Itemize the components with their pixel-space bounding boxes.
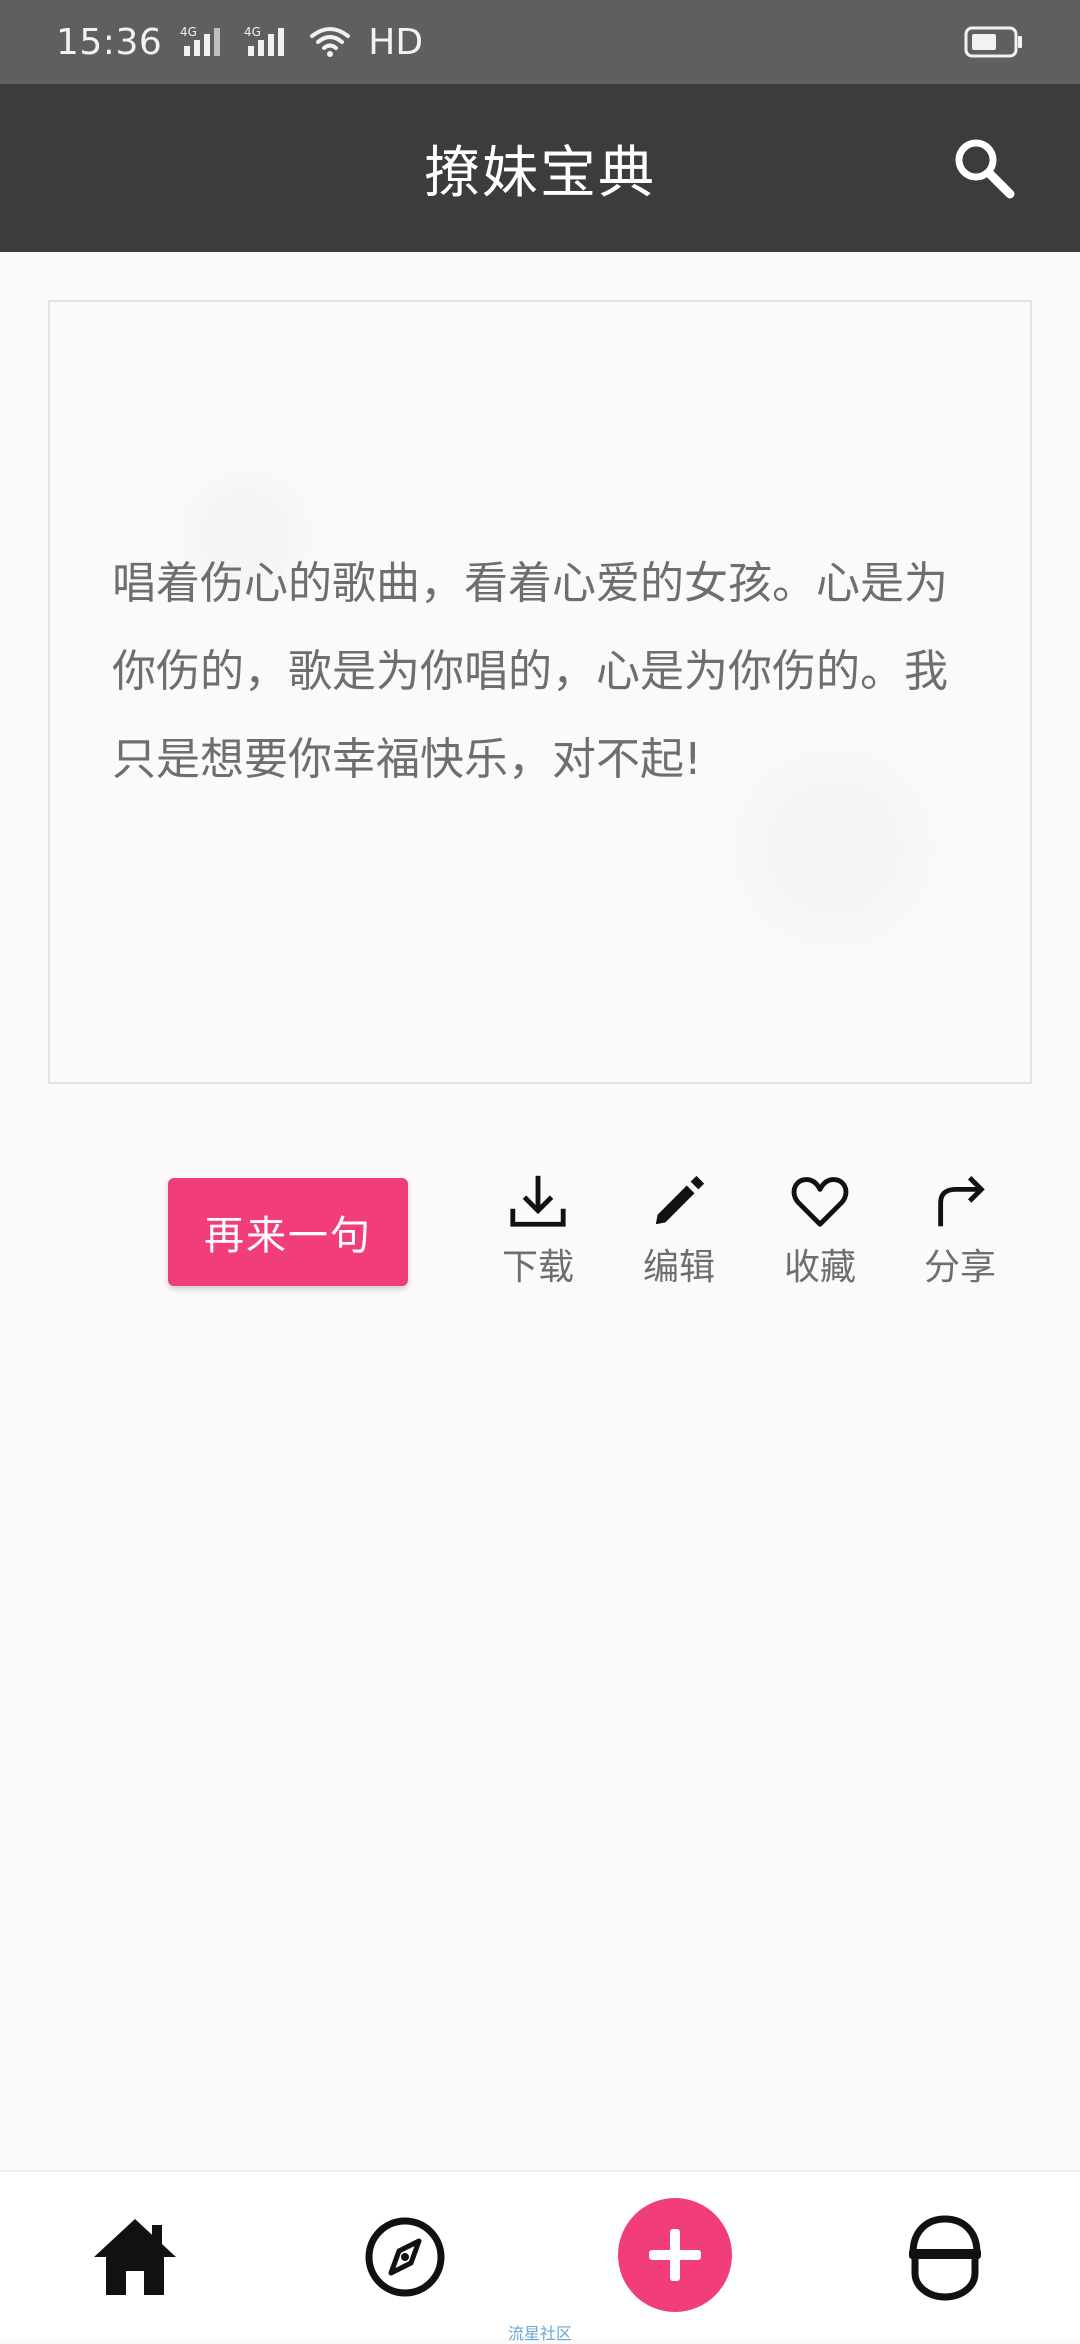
pencil-icon	[655, 1175, 705, 1225]
nav-discover[interactable]	[360, 2212, 450, 2302]
community-caption: 流星社区	[507, 2324, 572, 2343]
share-arrow-icon	[938, 1176, 985, 1227]
quote-text: 唱着伤心的歌曲，看着心爱的女孩。心是为你伤的，歌是为你唱的，心是为你伤的。我只是…	[112, 558, 948, 785]
signal-4g-icon: 4G	[180, 24, 232, 60]
wifi-icon	[308, 24, 352, 60]
download-label: 下载	[501, 1247, 574, 1288]
app-bar: 撩妹宝典	[0, 84, 1080, 252]
another-sentence-button[interactable]: 再来一句	[168, 1178, 408, 1286]
search-button[interactable]	[948, 132, 1020, 204]
signal-1-network-label: 4G	[180, 25, 197, 39]
home-icon	[94, 2219, 176, 2295]
status-time: 15:36	[56, 21, 163, 63]
nav-home[interactable]	[90, 2212, 180, 2302]
page-title: 撩妹宝典	[424, 140, 656, 206]
battery-icon	[964, 24, 1024, 60]
edit-label: 编辑	[642, 1247, 715, 1288]
status-left: 15:36 4G 4G HD	[56, 22, 423, 63]
bottom-navigation: 流星社区	[0, 2170, 1080, 2343]
status-bar: 15:36 4G 4G HD	[0, 0, 1080, 84]
add-post-button[interactable]	[618, 2198, 732, 2312]
share-label: 分享	[923, 1247, 996, 1288]
favorite-action[interactable]: 收藏	[760, 1170, 880, 1290]
download-icon	[510, 1175, 566, 1227]
heart-icon	[791, 1177, 849, 1227]
quote-card: 唱着伤心的歌曲，看着心爱的女孩。心是为你伤的，歌是为你唱的，心是为你伤的。我只是…	[48, 300, 1032, 1084]
plus-icon	[649, 2229, 701, 2281]
nav-profile[interactable]	[900, 2212, 990, 2302]
hd-label: HD	[368, 21, 424, 63]
favorite-label: 收藏	[783, 1247, 856, 1288]
action-row: 再来一句 下载 编辑 收藏 分享	[0, 1170, 1080, 1300]
compass-icon	[365, 2217, 445, 2297]
download-action[interactable]: 下载	[478, 1170, 598, 1290]
edit-action[interactable]: 编辑	[619, 1170, 739, 1290]
search-icon	[955, 139, 1015, 199]
signal-4g-icon-2: 4G	[244, 24, 296, 60]
helmet-icon	[909, 2215, 981, 2301]
signal-2-network-label: 4G	[244, 25, 261, 39]
share-action[interactable]: 分享	[900, 1170, 1020, 1290]
